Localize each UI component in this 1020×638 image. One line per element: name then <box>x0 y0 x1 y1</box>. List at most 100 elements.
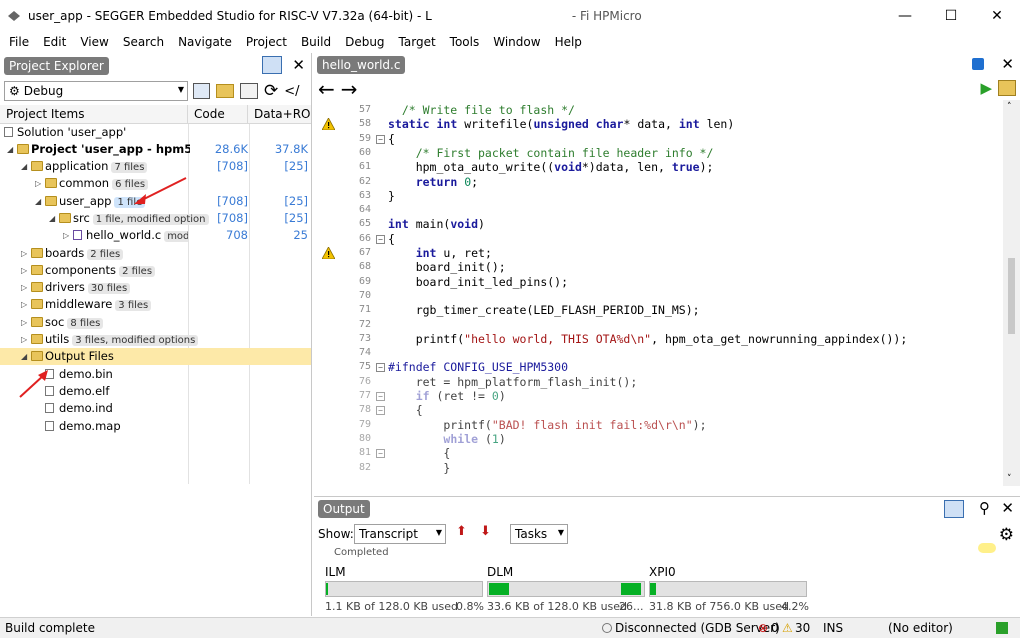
menu-window[interactable]: Window <box>486 35 547 49</box>
annotation-arrows <box>19 177 187 398</box>
forward-arrow-icon[interactable]: → <box>341 77 358 101</box>
tab-list-icon[interactable] <box>972 58 984 70</box>
line-number: 76 <box>358 375 371 387</box>
tasks-value: Tasks <box>515 527 548 541</box>
menu-navigate[interactable]: Navigate <box>171 35 239 49</box>
code-text: /* First packet contain file header info… <box>388 145 714 160</box>
line-number: 64 <box>358 204 371 216</box>
menu-file[interactable]: File <box>2 35 36 49</box>
mem-usage-fill <box>489 583 509 595</box>
line-number: 65 <box>358 218 371 230</box>
mem-usage-pct: 26... <box>619 600 644 613</box>
maximize-button[interactable]: ☐ <box>928 0 974 32</box>
code-text: { <box>388 231 395 246</box>
scroll-thumb[interactable] <box>1008 258 1015 334</box>
build-icon[interactable] <box>998 80 1016 96</box>
menu-target[interactable]: Target <box>392 35 443 49</box>
status-bar: Build complete Disconnected (GDB Server)… <box>0 617 1020 638</box>
warning-count[interactable]: 30 <box>795 621 810 635</box>
tasks-select[interactable]: Tasks ▼ <box>510 524 568 544</box>
fold-toggle-icon[interactable]: − <box>376 449 385 459</box>
code-area[interactable]: 57 /* Write file to flash */ 58 static int… <box>314 103 1004 527</box>
menu-tools[interactable]: Tools <box>443 35 487 49</box>
scroll-up-icon[interactable]: ˄ <box>1007 102 1012 112</box>
line-number: 79 <box>358 418 371 430</box>
tree-row-demo-map[interactable]: demo.map <box>0 418 311 435</box>
editor-tabbar: hello_world.c ✕ <box>314 53 1020 76</box>
app-icon <box>6 8 22 24</box>
menu-bar: File Edit View Search Navigate Project B… <box>0 32 1020 52</box>
line-number: 78 <box>358 404 371 416</box>
mem-usage-bar <box>487 581 645 597</box>
scroll-down-icon[interactable]: ˅ <box>1007 474 1012 484</box>
show-select[interactable]: Transcript ▼ <box>354 524 446 544</box>
menu-help[interactable]: Help <box>548 35 589 49</box>
back-arrow-icon[interactable]: ← <box>318 77 335 101</box>
code-text: return 0; <box>415 174 479 189</box>
close-output-icon[interactable]: ✕ <box>1001 499 1014 517</box>
annotation-arrow <box>19 374 45 398</box>
line-number: 69 <box>358 275 371 287</box>
warning-icon[interactable] <box>321 246 336 260</box>
editor-vertical-scrollbar[interactable]: ˄ ˅ <box>1003 100 1020 486</box>
mem-usage-text: 33.6 KB of 128.0 KB used <box>487 600 628 613</box>
line-number: 72 <box>358 318 371 330</box>
line-number: 63 <box>358 189 371 201</box>
mem-usage-fill <box>326 583 328 595</box>
chevron-down-icon: ▼ <box>557 528 564 537</box>
line-number: 60 <box>358 146 371 158</box>
output-panel: Output ⚲ ✕ Show: Transcript ▼ ⬆ ⬇ Tasks … <box>314 496 1020 616</box>
download-icon[interactable] <box>996 622 1008 634</box>
code-text: /* Write file to flash */ <box>388 103 575 117</box>
line-number: 67 <box>358 247 371 258</box>
annotation-arrow <box>139 177 187 202</box>
fold-toggle-icon[interactable]: − <box>376 134 385 144</box>
fold-toggle-icon[interactable]: − <box>376 406 385 416</box>
line-number: 74 <box>358 347 371 359</box>
line-number: 68 <box>358 261 371 273</box>
fold-toggle-icon[interactable]: − <box>376 234 385 244</box>
file-icon <box>45 421 54 431</box>
completed-label: Completed <box>334 547 389 558</box>
code-text: hpm_ota_auto_write((void*)data, len, tru… <box>388 160 714 175</box>
prev-error-icon[interactable]: ⬆ <box>456 524 467 539</box>
code-text: board_init_led_pins(); <box>388 274 569 289</box>
menu-view[interactable]: View <box>73 35 115 49</box>
fold-toggle-icon[interactable]: − <box>376 363 385 373</box>
find-binoculars-icon[interactable]: ⚲ <box>979 499 990 517</box>
debug-status-icon <box>602 623 612 633</box>
line-number: 61 <box>358 161 371 173</box>
close-editor-icon[interactable]: ✕ <box>1001 55 1014 73</box>
window-title-tail: - Fi HPMicro <box>571 9 642 23</box>
error-count[interactable]: 0 <box>771 621 779 635</box>
dock-icon[interactable] <box>944 500 964 518</box>
code-text: static int writefile(unsigned char* data… <box>388 117 735 132</box>
mem-usage-bar <box>325 581 483 597</box>
insert-mode: INS <box>823 621 844 635</box>
window-title: user_app - SEGGER Embedded Studio for RI… <box>28 9 432 23</box>
build-status: Build complete <box>5 621 95 635</box>
debug-status[interactable]: Disconnected (GDB Server) <box>615 621 780 635</box>
code-text: board_init(); <box>388 260 506 275</box>
warning-icon[interactable] <box>321 117 336 131</box>
close-window-button[interactable]: ✕ <box>974 0 1020 32</box>
editor-tab-hello-world[interactable]: hello_world.c <box>317 55 406 74</box>
run-icon[interactable]: ▶ <box>980 79 992 97</box>
menu-search[interactable]: Search <box>116 35 171 49</box>
menu-debug[interactable]: Debug <box>338 35 391 49</box>
output-tab[interactable]: Output <box>318 500 370 518</box>
line-number: 82 <box>358 461 371 473</box>
warning-icon: ⚠ <box>782 621 793 635</box>
menu-project[interactable]: Project <box>239 35 294 49</box>
line-number: 73 <box>358 332 371 344</box>
next-error-icon[interactable]: ⬇ <box>480 524 491 539</box>
fold-toggle-icon[interactable]: − <box>376 392 385 401</box>
settings-gear-icon[interactable]: ⚙ <box>999 525 1014 545</box>
show-label: Show: <box>318 527 354 541</box>
mem-name: DLM <box>487 565 514 579</box>
menu-edit[interactable]: Edit <box>36 35 73 49</box>
mem-usage-pct: 4.2% <box>781 600 809 613</box>
code-text: { <box>388 446 451 461</box>
minimize-button[interactable]: — <box>882 0 928 32</box>
menu-build[interactable]: Build <box>294 35 338 49</box>
